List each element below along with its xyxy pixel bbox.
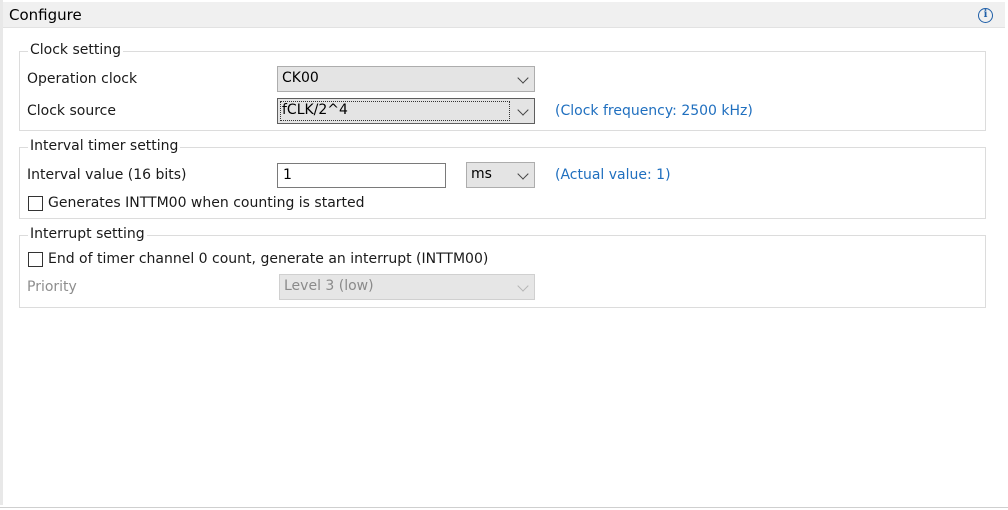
interval-value-text: 1 [283,167,292,183]
generates-inttm00-checkbox[interactable] [28,196,43,211]
focus-rectangle [280,101,510,121]
operation-clock-label: Operation clock [27,71,138,87]
priority-value: Level 3 (low) [284,278,374,294]
interval-unit-value: ms [471,166,492,182]
interval-unit-select[interactable]: ms [466,162,535,188]
interval-timer-setting-group: Interval timer setting Interval value (1… [19,138,986,219]
clock-frequency-note: (Clock frequency: 2500 kHz) [555,103,753,119]
clock-source-select[interactable]: fCLK/2^4 [277,98,535,124]
priority-label: Priority [27,279,77,295]
end-of-count-interrupt-label[interactable]: End of timer channel 0 count, generate a… [48,251,488,267]
interval-value-label: Interval value (16 bits) [27,167,187,183]
chevron-down-icon [517,168,529,180]
configure-header: Configure i [3,2,1005,28]
page-title: Configure [9,6,82,24]
end-of-count-interrupt-checkbox[interactable] [28,252,43,267]
left-edge [0,0,3,505]
clock-setting-group: Clock setting Operation clock CK00 Clock… [19,42,986,131]
operation-clock-select[interactable]: CK00 [277,66,535,92]
chevron-down-icon [517,104,529,116]
priority-select: Level 3 (low) [279,274,535,300]
actual-value-note: (Actual value: 1) [555,167,671,183]
info-icon[interactable]: i [978,8,993,23]
bottom-divider [0,507,1008,508]
interrupt-setting-legend: Interrupt setting [28,226,147,242]
interrupt-setting-group: Interrupt setting End of timer channel 0… [19,226,986,308]
clock-source-label: Clock source [27,103,116,119]
interval-value-input[interactable]: 1 [277,163,446,188]
chevron-down-icon [517,280,529,292]
interval-timer-setting-legend: Interval timer setting [28,138,181,154]
chevron-down-icon [517,72,529,84]
clock-setting-legend: Clock setting [28,42,124,58]
generates-inttm00-label[interactable]: Generates INTTM00 when counting is start… [48,195,365,211]
operation-clock-value: CK00 [282,70,319,86]
